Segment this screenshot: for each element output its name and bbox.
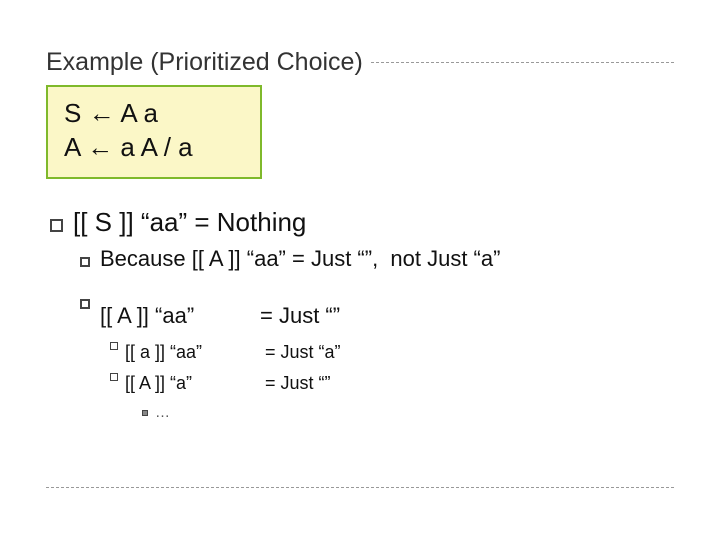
step-line-ellipsis: …: [142, 404, 674, 421]
step-right: = Just “”: [260, 299, 340, 332]
step-right: = Just “a”: [265, 342, 341, 363]
grammar-box: S ← A a A ← a A / a: [46, 85, 262, 179]
content: [[ S ]] “aa” = Nothing Because [[ A ]] “…: [46, 205, 674, 421]
step-line-2: [[ a ]] “aa” = Just “a”: [110, 342, 674, 363]
step-line-1: [[ A ]] “aa” = Just “”: [80, 299, 674, 332]
step-left: [[ A ]] “a”: [125, 373, 265, 394]
bullet-icon: [110, 373, 118, 381]
bullet-icon: [80, 257, 90, 267]
grammar-line-2: A ← a A / a: [64, 130, 244, 164]
step-right: = Just “”: [265, 373, 331, 394]
because-line: Because [[ A ]] “aa” = Just “”, not Just…: [80, 242, 674, 275]
footer-rule: [46, 487, 674, 488]
result-line: [[ S ]] “aa” = Nothing: [50, 205, 674, 240]
slide-title: Example (Prioritized Choice): [46, 48, 363, 77]
because-text: Because [[ A ]] “aa” = Just “”, not Just…: [100, 246, 500, 271]
step-left: [[ a ]] “aa”: [125, 342, 265, 363]
ellipsis-text: …: [155, 404, 170, 421]
bullet-icon: [110, 342, 118, 350]
title-row: Example (Prioritized Choice): [46, 48, 674, 77]
step-left: [[ A ]] “aa”: [100, 299, 260, 332]
step-line-3: [[ A ]] “a” = Just “”: [110, 373, 674, 394]
slide: Example (Prioritized Choice) S ← A a A ←…: [0, 0, 720, 540]
title-rule: [371, 62, 674, 63]
bullet-icon: [80, 299, 90, 309]
grammar-line-1: S ← A a: [64, 96, 244, 130]
bullet-icon: [142, 410, 148, 416]
result-text: [[ S ]] “aa” = Nothing: [73, 207, 306, 237]
bullet-icon: [50, 219, 63, 232]
